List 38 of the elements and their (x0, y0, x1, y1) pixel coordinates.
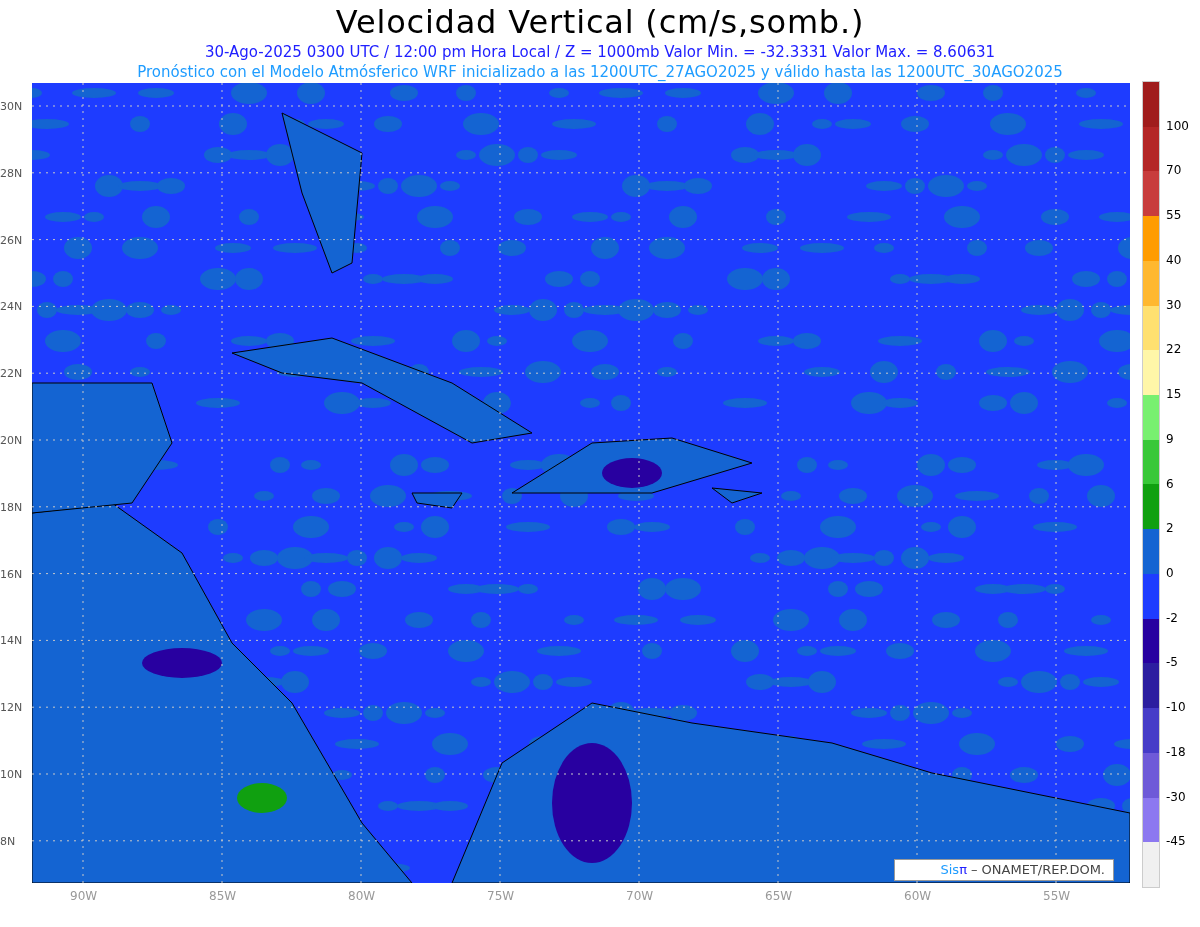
colorbar-label: -30 (1166, 789, 1186, 804)
longitude-label: 60W (904, 888, 932, 905)
colorbar-label: -10 (1166, 700, 1186, 715)
longitude-label: 55W (1043, 888, 1071, 905)
colorbar-label: -45 (1166, 834, 1186, 849)
colorbar-label: 15 (1166, 387, 1182, 402)
chart-subtitle: Pronóstico con el Modelo Atmósferico WRF inicializado a las 1200UTC_27AGO2025 y válido hasta las 1200UTC_30AGO2025 (137, 62, 1063, 82)
chart-title: Velocidad Vertical (cm/s,somb.) (335, 2, 865, 42)
chart-subtitle: 30-Ago-2025 0300 UTC / 12:00 pm Hora Local / Z = 1000mb Valor Min. = -32.3331 Valor Max. = 8.60631 (204, 42, 996, 62)
latitude-label: 16N (0, 567, 24, 581)
longitude-label: 85W (209, 888, 237, 905)
colorbar-label: -2 (1166, 610, 1178, 625)
longitude-label: 90W (70, 888, 98, 905)
longitude-label: 75W (487, 888, 515, 905)
latitude-label: 20N (0, 434, 24, 447)
colorbar-label: 0 (1166, 565, 1174, 580)
latitude-label: 28N (0, 166, 24, 180)
latitude-label: 30N (0, 100, 24, 113)
colorbar-label: -5 (1166, 655, 1178, 670)
longitude-label: 65W (765, 888, 793, 905)
colorbar-label: 6 (1166, 476, 1174, 491)
colorbar-label: 40 (1166, 252, 1182, 267)
colorbar-label: 9 (1166, 431, 1174, 446)
longitude-label: 70W (626, 888, 654, 905)
colorbar-label: 55 (1166, 208, 1182, 223)
colorbar-label: 2 (1166, 521, 1174, 536)
colorbar-label: 100 (1166, 118, 1189, 133)
logo-text: Sisπ (940, 861, 967, 880)
latitude-label: 8N (0, 834, 17, 848)
colorbar-label: -18 (1166, 744, 1186, 759)
colorbar-label: 30 (1166, 297, 1182, 312)
longitude-label: 80W (348, 888, 376, 905)
colorbar-label: 22 (1166, 342, 1182, 357)
colorbar-label: 70 (1166, 163, 1182, 178)
latitude-label: 10N (0, 768, 24, 781)
latitude-label: 18N (0, 500, 24, 514)
credit-text: – ONAMET/REP.DOM. (970, 861, 1105, 880)
latitude-label: 26N (0, 233, 24, 247)
